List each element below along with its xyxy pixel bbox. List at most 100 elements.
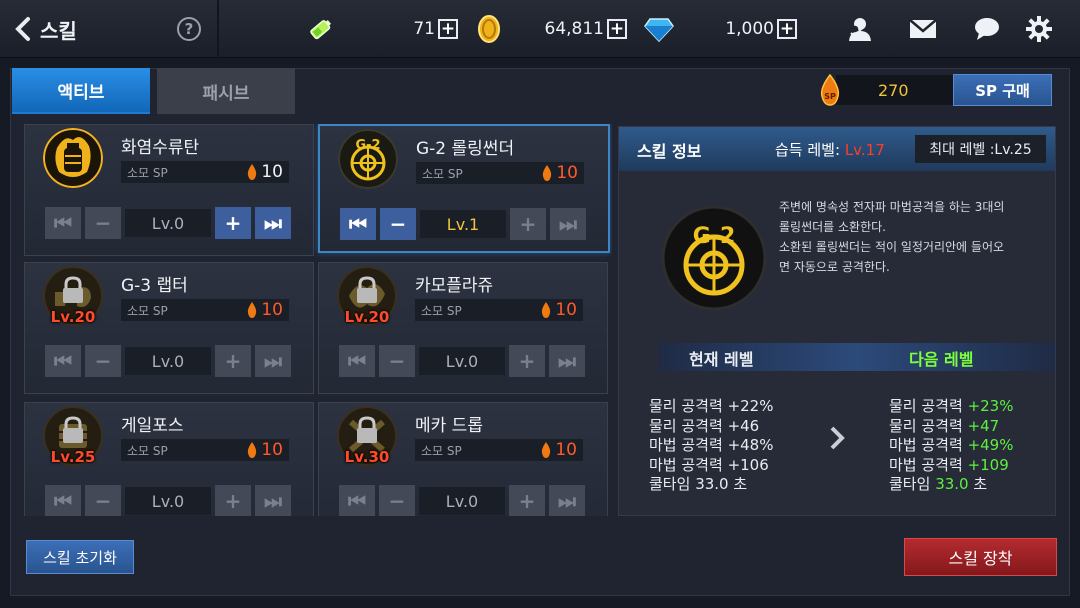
first-level-button[interactable]: ⏮ <box>340 208 376 240</box>
rolling-thunder-large-icon: G-2 <box>661 205 767 311</box>
sp-cost-value: 10 <box>261 162 283 182</box>
level-controls: ⏮ − Lv.1 + ⏭ <box>340 207 586 241</box>
acquire-level-value: Lv.17 <box>844 141 885 159</box>
settings-gear-icon[interactable] <box>1024 14 1054 44</box>
current-level-stats: 물리 공격력 +22% 물리 공격력 +46 마법 공격력 +48% 마법 공격… <box>649 397 774 493</box>
sp-cost-value: 10 <box>555 440 577 460</box>
skill-card-gale-force[interactable]: Lv.25 게일포스 소모 SP 10 ⏮ − Lv.0 + ⏭ <box>24 402 314 516</box>
max-level-button[interactable]: ⏭ <box>255 207 291 239</box>
equip-skill-button[interactable]: 스킬 장착 <box>904 538 1057 576</box>
lock-icon <box>357 416 377 443</box>
gold-resource: 64,811 + <box>536 14 627 44</box>
svg-text:SP: SP <box>824 92 836 101</box>
skill-card-mecha-drop[interactable]: Lv.30 메카 드롭 소모 SP 10 ⏮ − Lv.0 + ⏭ <box>318 402 608 516</box>
sp-cost-label: 소모 SP <box>421 303 462 318</box>
first-level-button[interactable]: ⏮ <box>45 345 81 377</box>
minus-button[interactable]: − <box>85 207 121 239</box>
first-level-button[interactable]: ⏮ <box>45 207 81 239</box>
reset-skills-button[interactable]: 스킬 초기화 <box>26 540 134 574</box>
friends-icon[interactable] <box>845 14 875 44</box>
diamond-resource: 1,000 + <box>722 14 797 44</box>
skill-card-camouflage[interactable]: Lv.20 카모플라쥬 소모 SP 10 ⏮ − Lv.0 + ⏭ <box>318 262 608 394</box>
required-level: Lv.20 <box>344 308 390 326</box>
plus-button[interactable]: + <box>509 345 545 377</box>
add-diamond-button[interactable]: + <box>777 19 797 39</box>
flame-icon <box>248 442 257 458</box>
add-battery-button[interactable]: + <box>438 19 458 39</box>
minus-button[interactable]: − <box>85 345 121 377</box>
chevron-right-icon <box>830 426 845 450</box>
sp-cost-value: 10 <box>556 163 578 183</box>
divider <box>217 0 219 58</box>
next-level-label: 다음 레벨 <box>909 350 974 369</box>
mail-icon[interactable] <box>908 14 938 44</box>
tab-passive[interactable]: 패시브 <box>157 68 295 114</box>
skill-description: 주변에 명속성 전자파 마법공격을 하는 3대의 롤링썬더를 소환한다. 소환된… <box>779 200 1005 274</box>
level-controls: ⏮ − Lv.0 + ⏭ <box>45 206 291 240</box>
skill-name: 카모플라쥬 <box>415 276 494 296</box>
buy-sp-button[interactable]: SP 구매 <box>953 74 1052 106</box>
skill-name: 메카 드롭 <box>415 416 483 436</box>
next-level-stats: 물리 공격력 +23% 물리 공격력 +47 마법 공격력 +49% 마법 공격… <box>889 397 1014 493</box>
chat-icon[interactable] <box>972 14 1002 44</box>
diamond-icon <box>644 18 674 43</box>
sp-flame-icon: SP <box>820 74 840 106</box>
skill-name: 게일포스 <box>121 416 184 436</box>
locked-skill-icon: Lv.30 <box>337 406 397 466</box>
skill-level: Lv.0 <box>419 487 505 515</box>
max-level-button[interactable]: ⏭ <box>549 485 585 516</box>
max-level: 최대 레벨 :Lv.25 <box>915 135 1046 163</box>
max-level-button[interactable]: ⏭ <box>255 345 291 377</box>
page-title: 스킬 <box>40 18 77 43</box>
first-level-button[interactable]: ⏮ <box>45 485 81 516</box>
battery-resource: 71 + <box>400 14 458 44</box>
flame-icon <box>248 164 257 180</box>
svg-text:G-2: G-2 <box>355 138 380 153</box>
skill-level: Lv.0 <box>125 347 211 375</box>
lock-icon <box>357 276 377 303</box>
max-level-button[interactable]: ⏭ <box>550 208 586 240</box>
skill-card-g2-rolling-thunder[interactable]: G-2 G-2 롤링썬더 소모 SP 10 ⏮ − Lv.1 + ⏭ <box>318 124 610 253</box>
help-icon[interactable]: ? <box>177 17 201 41</box>
skill-level: Lv.0 <box>125 487 211 515</box>
back-button[interactable]: 스킬 <box>14 14 77 44</box>
plus-button[interactable]: + <box>510 208 546 240</box>
minus-button[interactable]: − <box>380 208 416 240</box>
minus-button[interactable]: − <box>379 345 415 377</box>
top-bar: 스킬 ? 71 + 64,811 + 1,000 + <box>0 0 1080 58</box>
level-controls: ⏮ − Lv.0 + ⏭ <box>45 344 291 378</box>
sp-cost-label: 소모 SP <box>422 166 463 181</box>
max-level-button[interactable]: ⏭ <box>255 485 291 516</box>
skill-level: Lv.0 <box>419 347 505 375</box>
tab-active[interactable]: 액티브 <box>12 68 150 114</box>
sp-cost-label: 소모 SP <box>421 443 462 458</box>
fire-grenade-icon <box>43 128 103 188</box>
sp-cost-row: 소모 SP 10 <box>121 161 289 183</box>
add-gold-button[interactable]: + <box>607 19 627 39</box>
required-level: Lv.30 <box>344 448 390 466</box>
flame-icon <box>542 302 551 318</box>
minus-button[interactable]: − <box>85 485 121 516</box>
max-level-button[interactable]: ⏭ <box>549 345 585 377</box>
first-level-button[interactable]: ⏮ <box>339 485 375 516</box>
battery-value: 71 <box>413 19 435 39</box>
plus-button[interactable]: + <box>215 345 251 377</box>
sp-cost: 10 <box>542 163 578 183</box>
plus-button[interactable]: + <box>509 485 545 516</box>
minus-button[interactable]: − <box>379 485 415 516</box>
plus-button[interactable]: + <box>215 207 251 239</box>
first-level-button[interactable]: ⏮ <box>339 345 375 377</box>
skill-card-g3-raptor[interactable]: Lv.20 G-3 랩터 소모 SP 10 ⏮ − Lv.0 + ⏭ <box>24 262 314 394</box>
skill-info-header: 스킬 정보 습득 레벨: Lv.17 최대 레벨 :Lv.25 <box>619 127 1055 171</box>
skill-list[interactable]: 화염수류탄 소모 SP 10 ⏮ − Lv.0 + ⏭ G-2 G-2 롤링썬더 <box>24 124 612 516</box>
sp-cost-row: 소모 SP 10 <box>121 299 289 321</box>
skill-name: G-3 랩터 <box>121 276 188 296</box>
plus-button[interactable]: + <box>215 485 251 516</box>
battery-icon <box>310 20 332 40</box>
level-controls: ⏮ − Lv.0 + ⏭ <box>45 484 291 516</box>
skill-card-fire-grenade[interactable]: 화염수류탄 소모 SP 10 ⏮ − Lv.0 + ⏭ <box>24 124 314 256</box>
locked-skill-icon: Lv.25 <box>43 406 103 466</box>
sp-cost-value: 10 <box>555 300 577 320</box>
skill-level: Lv.0 <box>125 209 211 237</box>
sp-cost: 10 <box>247 300 283 320</box>
